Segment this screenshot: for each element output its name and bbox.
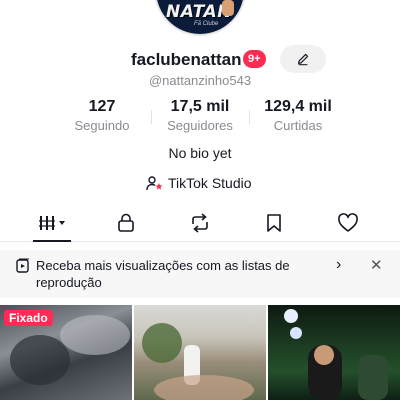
tiktok-studio-label: TikTok Studio <box>168 175 252 191</box>
tab-videos[interactable] <box>22 204 82 242</box>
thumbnail-shape <box>60 315 130 355</box>
thumbnail-shape <box>284 309 298 323</box>
tab-favorites[interactable] <box>244 204 304 242</box>
chevron-right-icon[interactable]: › <box>336 256 341 274</box>
handle-text: @nattanzinho543 <box>148 73 252 88</box>
profile-bio[interactable]: No bio yet <box>0 145 400 161</box>
thumbnail-shape <box>358 355 388 400</box>
thumbnail-shape <box>314 345 334 365</box>
heart-icon <box>338 213 358 232</box>
pinned-badge: Fixado <box>4 310 53 326</box>
stat-likes-value: 129,4 mil <box>264 98 332 115</box>
playlist-banner[interactable]: Receba mais visualizações com as listas … <box>0 250 400 298</box>
stat-likes[interactable]: 129,4 mil Curtidas <box>254 98 342 133</box>
lock-icon <box>118 213 134 232</box>
stat-followers-label: Seguidores <box>167 118 233 133</box>
stat-following[interactable]: 127 Seguindo <box>62 98 142 133</box>
video-grid: Fixado <box>0 305 400 400</box>
avatar[interactable]: NATAN Fã Clube <box>154 0 246 36</box>
grid-bars-icon <box>39 216 65 230</box>
thumbnail-shape <box>154 375 254 400</box>
tab-private[interactable] <box>96 204 156 242</box>
stat-followers[interactable]: 17,5 mil Seguidores <box>156 98 244 133</box>
video-thumbnail[interactable] <box>268 305 400 400</box>
pencil-icon <box>298 53 309 66</box>
thumbnail-shape <box>290 327 302 339</box>
tab-liked[interactable] <box>318 204 378 242</box>
stat-following-value: 127 <box>88 98 116 115</box>
notification-badge[interactable]: 9+ <box>243 50 266 68</box>
avatar-wrapper[interactable]: NATAN Fã Clube <box>154 0 246 36</box>
stat-likes-label: Curtidas <box>273 118 323 133</box>
username: faclubenattan <box>131 50 242 69</box>
stat-followers-value: 17,5 mil <box>170 98 230 115</box>
edit-profile-button[interactable] <box>280 45 326 73</box>
active-tab-indicator <box>33 240 71 242</box>
video-thumbnail[interactable] <box>134 305 266 400</box>
thumbnail-shape <box>142 323 182 363</box>
avatar-logo-subtext: Fã Clube <box>194 21 219 27</box>
user-handle: @nattanzinho543 <box>0 73 400 88</box>
playlist-banner-text: Receba mais visualizações com as listas … <box>36 258 290 290</box>
close-icon[interactable]: ✕ <box>370 256 383 274</box>
profile-stats: 127 Seguindo 17,5 mil Seguidores 129,4 m… <box>0 98 400 134</box>
video-thumbnail[interactable]: Fixado <box>0 305 132 400</box>
profile-tabs <box>0 204 400 242</box>
avatar-hand-graphic <box>222 0 234 16</box>
tiktok-studio-link[interactable]: TikTok Studio <box>146 173 252 193</box>
stat-divider <box>249 110 250 124</box>
tab-reposts[interactable] <box>170 204 230 242</box>
bookmark-icon <box>267 214 281 232</box>
person-star-icon <box>146 176 163 191</box>
username-row: faclubenattan 9+ <box>0 45 400 73</box>
stat-following-label: Seguindo <box>74 118 130 133</box>
thumbnail-shape <box>10 335 70 385</box>
playlist-icon <box>16 258 29 273</box>
repost-icon <box>192 213 208 233</box>
stat-divider <box>151 110 152 124</box>
